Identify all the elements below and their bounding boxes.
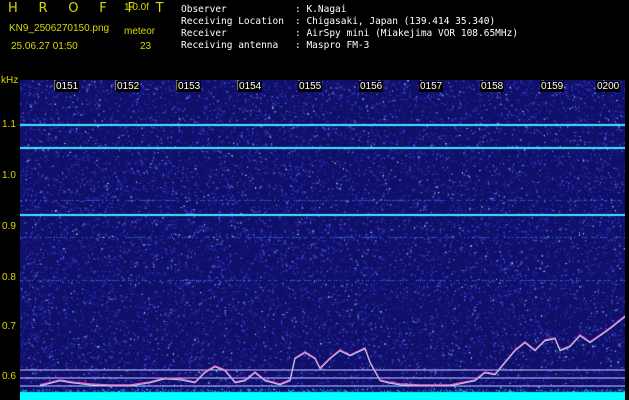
file-name: KN9_2506270150.png [9,23,110,34]
version-label: 1.0.0f [124,2,150,13]
freq-tick-label: 0.7 [2,321,16,332]
receiver-value: : AirSpy mini (Miakejima VOR 108.65MHz) [295,28,519,39]
observer-label: Observer [181,4,227,15]
time-tick-label: 0156 [359,81,384,92]
antenna-label: Receiving antenna [181,40,279,51]
date-time: 25.06.27 01:50 [11,41,78,52]
freq-tick-label: 0.8 [2,272,16,283]
meteor-trace-echo [39,316,625,387]
meteor-trace [39,315,625,386]
location-label: Receiving Location [181,16,284,27]
meteor-label: meteor [124,26,156,37]
time-tick-label: 0153 [177,81,202,92]
header-panel: H R O F F T 1.0.0f KN9_2506270150.png me… [0,0,629,80]
freq-tick-label: 1.0 [2,170,16,181]
antenna-value: : Maspro FM-3 [295,40,370,51]
time-tick-label: 0154 [238,81,263,92]
freq-tick-label: 0.9 [2,221,16,232]
receiver-label: Receiver [181,28,227,39]
time-tick-label: 0152 [116,81,141,92]
time-tick-label: 0157 [419,81,444,92]
freq-tick-label: 0.6 [2,371,16,382]
unit-label: kHz [1,75,19,86]
spectrogram-overlay [20,80,625,387]
time-tick-label: 0159 [540,81,565,92]
time-tick-label: 0200 [596,81,621,92]
location-value: : Chigasaki, Japan (139.414 35.340) [295,16,496,27]
time-tick-label: 0151 [55,81,80,92]
observer-value: : K.Nagai [295,4,347,15]
freq-tick-label: 1.1 [2,119,16,130]
meteor-count: 23 [140,41,152,52]
time-tick-label: 0158 [480,81,505,92]
time-tick-label: 0155 [298,81,323,92]
